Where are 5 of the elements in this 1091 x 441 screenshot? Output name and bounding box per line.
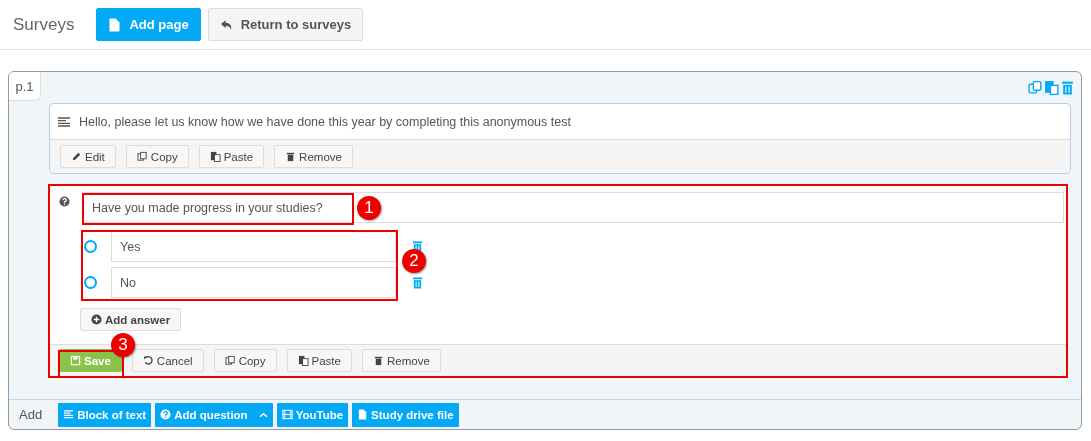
step-number-overlay: 2 <box>402 249 426 273</box>
step-number-overlay: 3 <box>111 333 135 357</box>
text-block-text: Hello, please let us know how we have done this year by completing this anonymous test <box>79 114 571 129</box>
add-label: Add <box>19 407 43 422</box>
page-title: Surveys <box>13 14 75 35</box>
